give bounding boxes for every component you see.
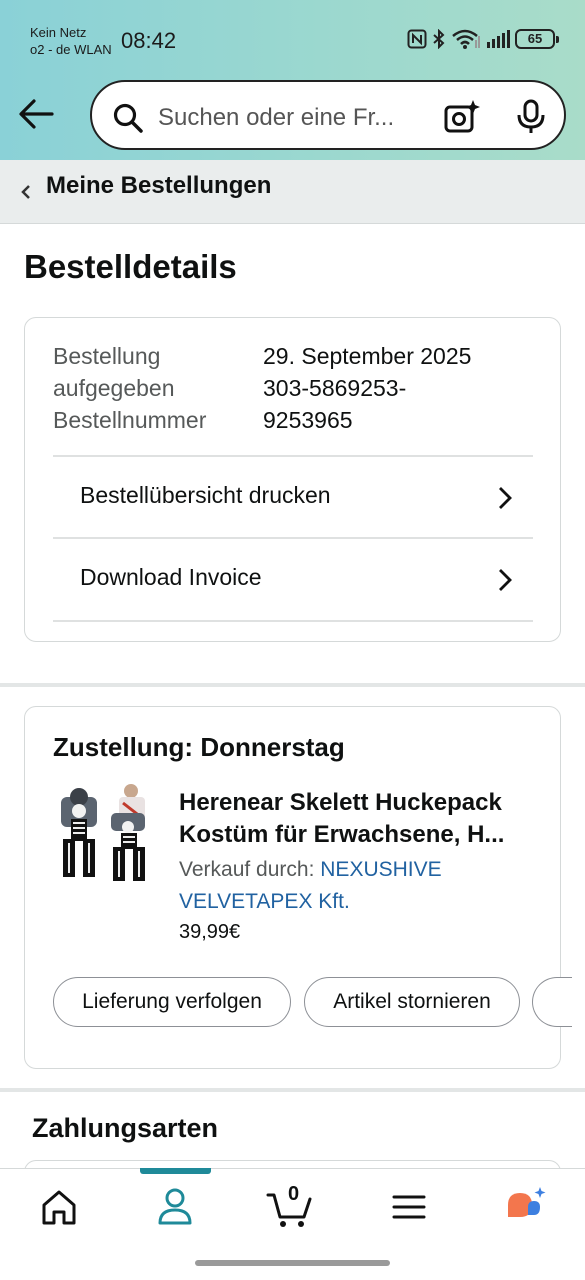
product-title[interactable]: Herenear Skelett Huckepack Kostüm für Er…	[179, 787, 539, 851]
battery-icon: 65	[515, 29, 559, 49]
product-image[interactable]	[53, 783, 153, 887]
status-icons: 65	[407, 28, 559, 50]
product-title-line-1: Herenear Skelett Huckepack	[179, 789, 502, 816]
section-divider	[0, 1088, 585, 1092]
camera-search-icon[interactable]	[442, 98, 480, 136]
order-number-label: Bestellnummer	[53, 407, 207, 433]
breadcrumb-label[interactable]: Meine Bestellungen	[46, 172, 271, 200]
download-invoice-row[interactable]: Download Invoice	[53, 537, 533, 619]
download-invoice-label: Download Invoice	[80, 564, 262, 590]
divider	[53, 620, 533, 622]
carrier-line-2: o2 - de WLAN	[30, 42, 112, 57]
home-indicator-bar	[195, 1260, 390, 1266]
wifi-icon	[452, 29, 480, 49]
payment-methods-title: Zahlungsarten	[32, 1113, 219, 1143]
cart-button[interactable]: 0	[266, 1183, 316, 1229]
print-summary-label: Bestellübersicht drucken	[80, 482, 331, 508]
microphone-icon[interactable]	[514, 98, 548, 136]
nfc-icon	[407, 29, 427, 49]
menu-icon[interactable]	[384, 1185, 434, 1229]
chevron-right-icon	[499, 569, 512, 591]
page-title: Bestelldetails	[24, 248, 237, 285]
delivery-card: Zustellung: Donnerstag Herenear Skelett …	[24, 706, 572, 1069]
profile-icon[interactable]	[150, 1185, 200, 1229]
order-date: 29. September 2025	[263, 343, 472, 369]
product-price: 39,99€	[179, 921, 241, 943]
track-package-button[interactable]: Lieferung verfolgen	[53, 977, 291, 1027]
seller-info: Verkauf durch: NEXUSHIVE VELVETAPEX Kft.	[179, 854, 539, 918]
signal-icon	[487, 30, 510, 48]
status-carrier: Kein Netz o2 - de WLAN	[30, 24, 112, 58]
delivery-title: Zustellung: Donnerstag	[53, 732, 345, 762]
product-title-line-2: Kostüm für Erwachsene, H...	[179, 821, 505, 848]
chevron-left-icon	[21, 185, 30, 199]
bottom-nav: 0	[0, 1168, 585, 1280]
section-divider	[0, 683, 585, 687]
sold-by-label: Verkauf durch:	[179, 858, 315, 881]
more-actions-button[interactable]	[532, 977, 572, 1027]
bluetooth-icon	[433, 29, 445, 49]
carrier-line-1: Kein Netz	[30, 25, 87, 40]
top-header: Kein Netz o2 - de WLAN 08:42 65 Suchen o…	[0, 0, 585, 160]
active-tab-indicator	[140, 1168, 211, 1174]
back-arrow-icon[interactable]	[16, 96, 56, 132]
order-placed-label: Bestellung	[53, 343, 161, 369]
rufus-assistant-icon[interactable]	[500, 1185, 550, 1229]
order-info-card: Bestellung aufgegeben Bestellnummer 29. …	[24, 317, 561, 642]
order-placed-label-2: aufgegeben	[53, 375, 175, 401]
search-input[interactable]: Suchen oder eine Fr...	[158, 104, 394, 132]
order-number-line-2: 9253965	[263, 407, 353, 433]
chevron-right-icon	[499, 487, 512, 509]
cart-count-badge: 0	[288, 1183, 300, 1205]
order-info-values: 29. September 2025 303-5869253- 9253965	[263, 340, 543, 436]
status-time: 08:42	[121, 28, 177, 53]
cancel-item-button[interactable]: Artikel stornieren	[304, 977, 520, 1027]
order-number-line-1: 303-5869253-	[263, 375, 407, 401]
print-summary-row[interactable]: Bestellübersicht drucken	[53, 455, 533, 537]
search-bar[interactable]: Suchen oder eine Fr...	[90, 80, 566, 150]
order-info-labels: Bestellung aufgegeben Bestellnummer	[53, 340, 206, 436]
home-icon[interactable]	[34, 1185, 84, 1229]
search-icon	[113, 103, 143, 133]
